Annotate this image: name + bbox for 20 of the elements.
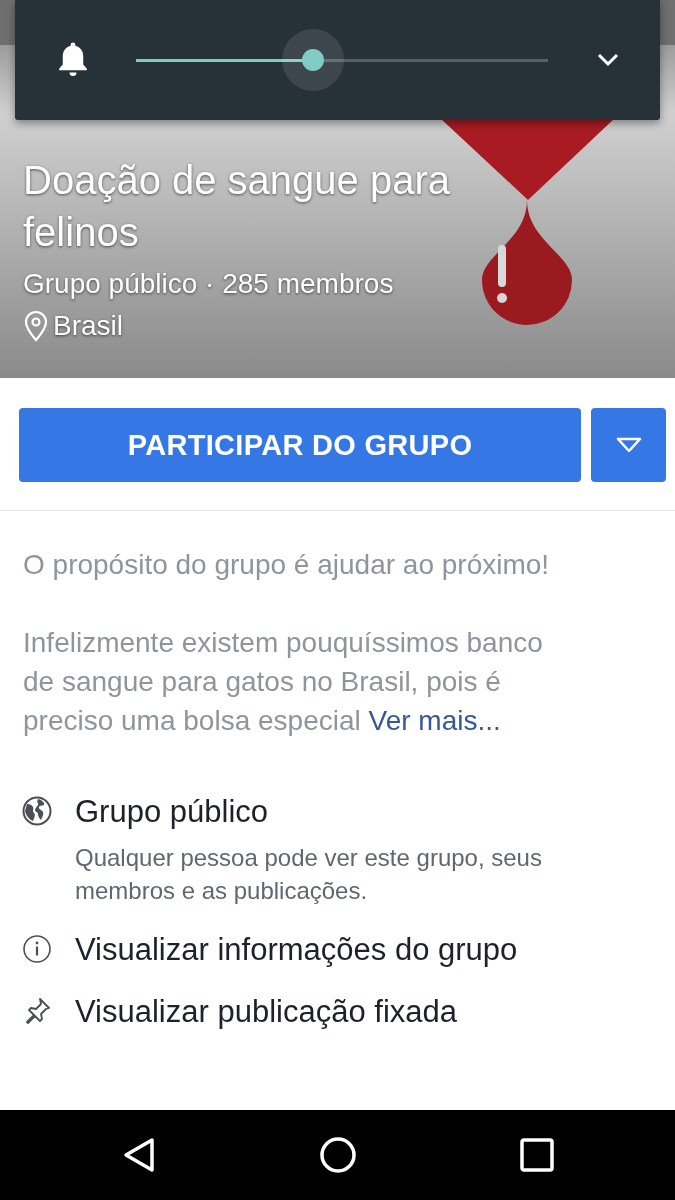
info-title[interactable]: Visualizar informações do grupo <box>75 931 518 969</box>
location-pin-icon <box>23 310 49 342</box>
group-location: Brasil <box>53 309 123 343</box>
more-options-button[interactable] <box>591 408 666 482</box>
chevron-down-icon[interactable] <box>596 52 620 68</box>
info-title[interactable]: Visualizar publicação fixada <box>75 993 457 1031</box>
info-subtitle: Qualquer pessoa pode ver este grupo, seus membros e as publicações. <box>75 843 543 906</box>
group-title: Doação de sangue para felinos <box>23 157 451 256</box>
back-icon[interactable] <box>121 1137 156 1173</box>
info-title[interactable]: Grupo público <box>75 793 645 831</box>
description-text: Infelizmente existem pouquíssimos banco de sangue para gatos no Brasil, pois é preciso uma bolsa especial Ver mais... <box>23 626 544 738</box>
home-icon[interactable] <box>318 1136 357 1174</box>
recents-icon[interactable] <box>519 1138 554 1172</box>
globe-icon <box>22 796 52 826</box>
see-more-link[interactable]: Ver mais... <box>368 705 501 736</box>
triangle-down-icon <box>615 437 642 453</box>
join-group-button[interactable]: PARTICIPAR DO GRUPO <box>19 408 581 482</box>
info-icon <box>22 934 52 964</box>
group-meta: Grupo público · 285 membros <box>23 267 395 301</box>
description-text: O propósito do grupo é ajudar ao próximo! <box>23 548 551 582</box>
